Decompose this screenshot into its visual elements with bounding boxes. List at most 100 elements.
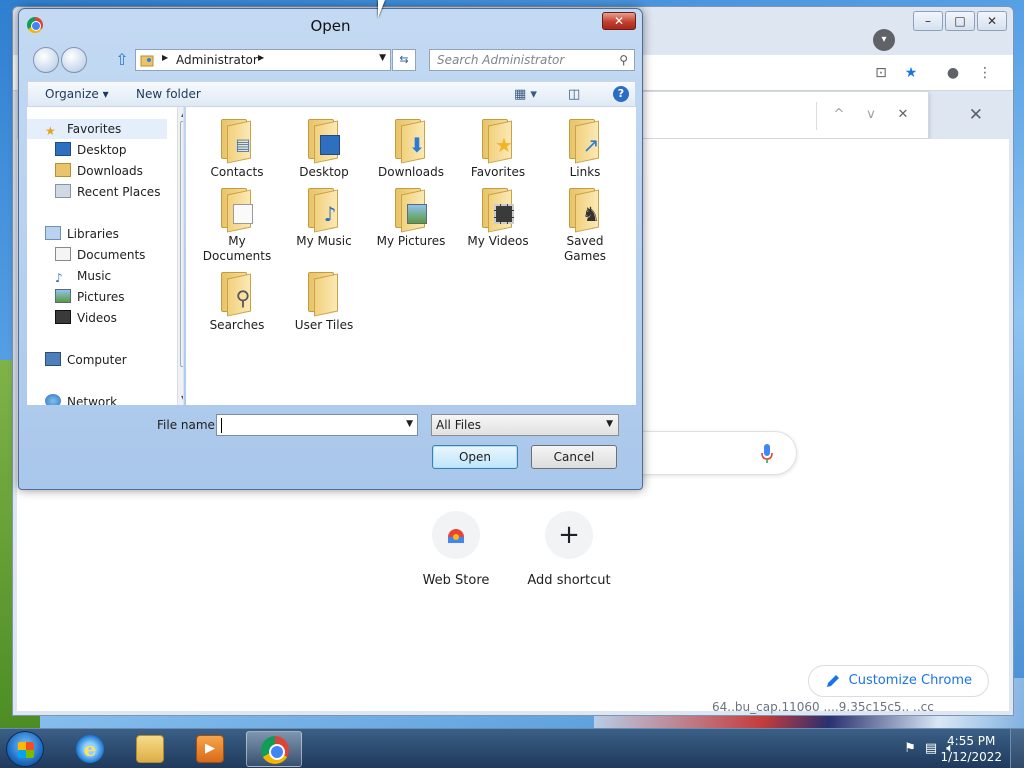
- nav-downloads[interactable]: Downloads: [55, 161, 143, 181]
- file-list: ▤ Contacts Desktop ⬇ Downloads ★ Favorit…: [186, 107, 636, 405]
- pictures-icon: [55, 289, 71, 303]
- folder-user-tiles[interactable]: User Tiles: [284, 270, 364, 333]
- close-icon[interactable]: ✕: [969, 105, 983, 125]
- profile-icon[interactable]: ●: [941, 61, 965, 85]
- nav-label: Music: [77, 269, 112, 283]
- folder-desktop[interactable]: Desktop: [284, 117, 364, 180]
- taskbar-media-player[interactable]: ▶: [182, 731, 238, 767]
- start-button[interactable]: [6, 731, 44, 767]
- nav-computer[interactable]: Computer: [45, 350, 127, 370]
- preview-pane-icon[interactable]: ◫: [568, 87, 580, 102]
- shortcut-web-store[interactable]: Web Store: [406, 511, 506, 588]
- dialog-title: Open: [310, 17, 351, 35]
- menu-kebab-icon[interactable]: ⋮: [973, 61, 997, 85]
- navigation-pane: ★ Favorites Desktop Downloads Recent Plac…: [27, 107, 184, 405]
- folder-my-pictures[interactable]: My Pictures: [371, 186, 451, 249]
- chevron-down-icon[interactable]: ▼: [606, 419, 613, 429]
- taskbar-google-chrome[interactable]: [246, 731, 302, 767]
- nav-network[interactable]: Network: [45, 392, 117, 405]
- microphone-icon[interactable]: [760, 443, 774, 465]
- breadcrumb-chevron-icon[interactable]: ▶: [162, 53, 168, 62]
- search-field[interactable]: Search Administrator ⚲: [429, 49, 635, 71]
- taskbar-windows-explorer[interactable]: [122, 731, 178, 767]
- folder-label: My Documents: [202, 234, 272, 263]
- recent-places-icon: [55, 184, 71, 198]
- show-desktop-button[interactable]: [1010, 729, 1024, 768]
- customize-chrome-button[interactable]: Customize Chrome: [807, 665, 989, 697]
- nav-videos[interactable]: Videos: [55, 308, 117, 328]
- network-icon: [45, 394, 61, 405]
- folder-icon: ▤: [217, 117, 257, 164]
- folder-my-documents[interactable]: My Documents: [197, 186, 277, 264]
- folder-downloads[interactable]: ⬇ Downloads: [371, 117, 451, 180]
- view-options-icon[interactable]: ▦ ▾: [514, 87, 537, 102]
- action-center-flag-icon[interactable]: ⚑: [904, 741, 916, 756]
- folder-links[interactable]: ↗ Links: [545, 117, 625, 180]
- find-previous-button[interactable]: ^: [828, 104, 850, 126]
- downloads-folder-icon: [55, 163, 71, 177]
- nav-label: Computer: [67, 353, 127, 367]
- film-icon: [494, 204, 514, 224]
- folder-searches[interactable]: ⚲ Searches: [197, 270, 277, 333]
- organize-button[interactable]: Organize ▾: [45, 87, 109, 101]
- nav-music[interactable]: ♪ Music: [55, 266, 111, 286]
- search-input[interactable]: Search Administrator: [437, 53, 564, 67]
- maximize-button[interactable]: □: [945, 11, 975, 31]
- clock-time: 4:55 PM: [947, 734, 996, 748]
- nav-scrollbar[interactable]: ▲ ▼: [177, 107, 183, 405]
- address-bar[interactable]: ▶ Administrator ▶ ▼: [135, 49, 391, 71]
- nav-label: Desktop: [77, 143, 127, 157]
- zoom-lens-icon[interactable]: ⊡: [869, 61, 893, 85]
- refresh-icon[interactable]: ⇆: [392, 49, 416, 71]
- taskbar-internet-explorer[interactable]: e: [62, 731, 118, 767]
- customize-label: Customize Chrome: [848, 673, 972, 688]
- folder-icon: ♪: [304, 186, 344, 233]
- minimize-button[interactable]: –: [913, 11, 943, 31]
- tab-search-icon[interactable]: ▾: [873, 29, 895, 51]
- up-level-icon[interactable]: ⇧: [114, 51, 130, 69]
- chevron-down-icon[interactable]: ▼: [406, 419, 413, 429]
- web-store-icon: [432, 511, 480, 559]
- new-folder-button[interactable]: New folder: [136, 87, 201, 101]
- scroll-thumb[interactable]: [180, 121, 183, 367]
- folder-label: Links: [569, 165, 601, 179]
- scroll-down-icon[interactable]: ▼: [181, 394, 183, 403]
- forward-button[interactable]: [61, 47, 87, 73]
- network-status-icon[interactable]: ▤: [925, 741, 937, 756]
- nav-label: Pictures: [77, 290, 125, 304]
- folder-label: User Tiles: [294, 318, 354, 332]
- chevron-down-icon[interactable]: ▼: [379, 53, 386, 63]
- nav-pictures[interactable]: Pictures: [55, 287, 125, 307]
- help-icon[interactable]: ?: [613, 86, 629, 102]
- file-type-select[interactable]: All Files ▼: [431, 414, 619, 436]
- bookmark-star-icon[interactable]: ★: [899, 61, 923, 85]
- search-icon[interactable]: ⚲: [619, 53, 628, 67]
- open-button[interactable]: Open: [432, 445, 518, 469]
- shortcut-label: Web Store: [422, 573, 490, 588]
- folder-saved-games[interactable]: ♞ Saved Games: [545, 186, 625, 264]
- folder-icon: ⚲: [217, 270, 257, 317]
- clock[interactable]: 4:55 PM 1/12/2022: [940, 733, 1002, 765]
- nav-documents[interactable]: Documents: [55, 245, 145, 265]
- folder-favorites[interactable]: ★ Favorites: [458, 117, 538, 180]
- nav-recent-places[interactable]: Recent Places: [55, 182, 160, 202]
- dialog-close-button[interactable]: ✕: [602, 12, 636, 30]
- back-button[interactable]: [33, 47, 59, 73]
- folder-my-videos[interactable]: My Videos: [458, 186, 538, 249]
- file-name-input[interactable]: ▼: [216, 414, 418, 436]
- find-next-button[interactable]: v: [860, 104, 882, 126]
- breadcrumb-chevron-icon[interactable]: ▶: [258, 53, 264, 62]
- scroll-up-icon[interactable]: ▲: [181, 109, 183, 118]
- folder-contacts[interactable]: ▤ Contacts: [197, 117, 277, 180]
- nav-label: Videos: [77, 311, 117, 325]
- cancel-button[interactable]: Cancel: [531, 445, 617, 469]
- nav-favorites[interactable]: ★ Favorites: [27, 119, 167, 139]
- folder-my-music[interactable]: ♪ My Music: [284, 186, 364, 249]
- shortcut-add[interactable]: + Add shortcut: [519, 511, 619, 588]
- breadcrumb-path[interactable]: Administrator: [176, 53, 258, 67]
- find-close-button[interactable]: ✕: [892, 104, 914, 126]
- nav-libraries[interactable]: Libraries: [45, 224, 119, 244]
- nav-desktop[interactable]: Desktop: [55, 140, 127, 160]
- close-window-button[interactable]: ✕: [977, 11, 1007, 31]
- ntp-search-box[interactable]: [617, 431, 797, 475]
